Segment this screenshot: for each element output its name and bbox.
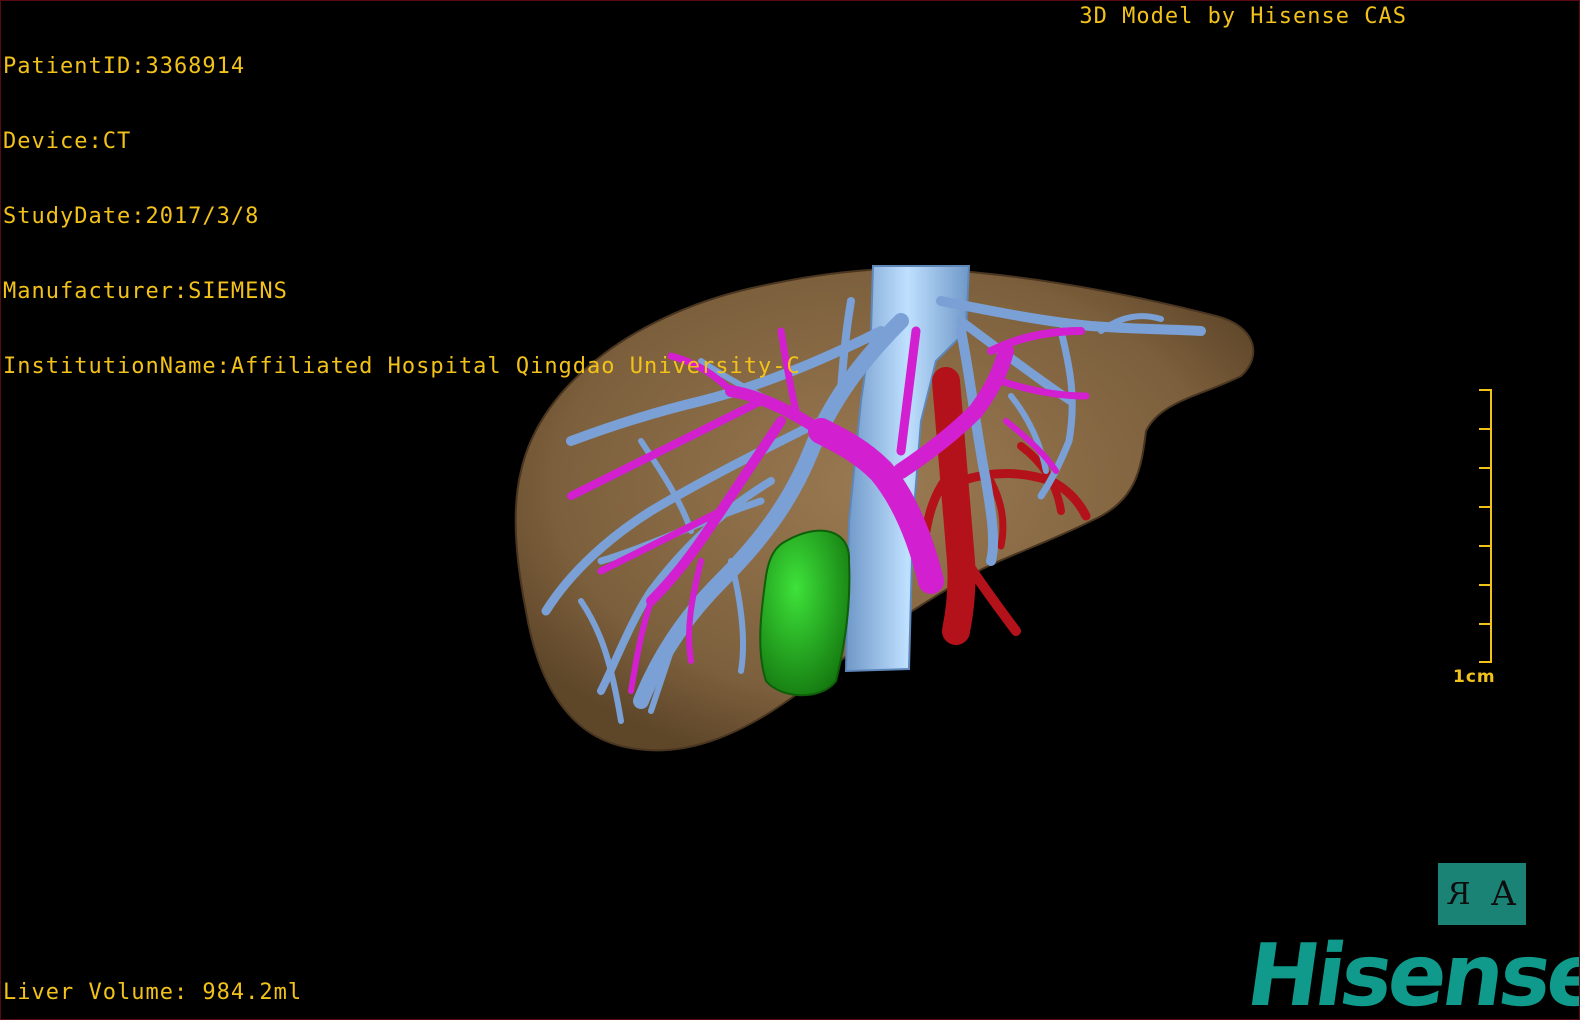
lesion bbox=[759, 529, 851, 697]
3d-viewport[interactable]: PatientID:3368914 Device:CT StudyDate:20… bbox=[0, 0, 1580, 1020]
mirrored-r-icon[interactable]: R bbox=[1448, 877, 1471, 912]
study-date: StudyDate:2017/3/8 bbox=[3, 204, 260, 229]
device: Device:CT bbox=[3, 129, 132, 154]
orientation-widget[interactable]: R A bbox=[1438, 863, 1526, 925]
vendor-label: 3D Model by Hisense CAS bbox=[1079, 4, 1407, 29]
patient-id: PatientID:3368914 bbox=[3, 54, 246, 79]
manufacturer: Manufacturer:SIEMENS bbox=[3, 279, 288, 304]
scale-label: 1cm bbox=[1453, 667, 1496, 687]
hisense-logo: Hisense bbox=[1240, 926, 1580, 1020]
institution-name: InstitutionName:Affiliated Hospital Qing… bbox=[3, 354, 801, 379]
patient-info-overlay: PatientID:3368914 Device:CT StudyDate:20… bbox=[3, 4, 801, 429]
letter-a-icon[interactable]: A bbox=[1491, 874, 1516, 914]
liver-volume: Liver Volume: 984.2ml bbox=[3, 980, 303, 1005]
scale-bar bbox=[1479, 389, 1492, 663]
